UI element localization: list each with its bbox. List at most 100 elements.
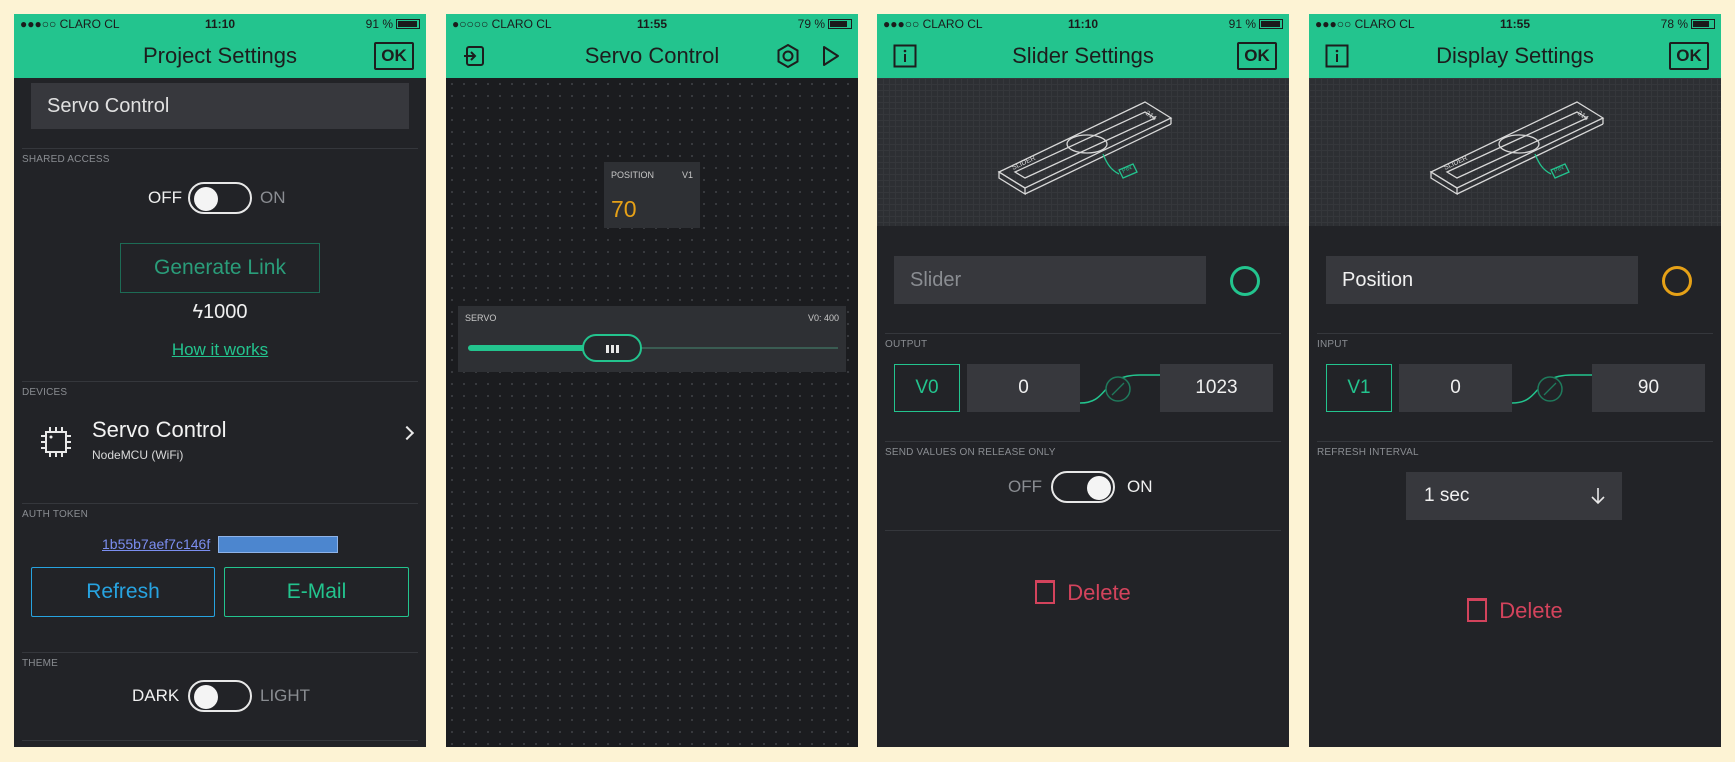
section-label-devices: DEVICES xyxy=(22,387,68,398)
ok-button[interactable]: OK xyxy=(1669,42,1709,70)
section-label-auth-token: AUTH TOKEN xyxy=(22,509,89,520)
output-max-input[interactable]: 1023 xyxy=(1160,364,1273,412)
toggle-off-label: OFF xyxy=(148,188,182,207)
trash-icon xyxy=(1035,580,1056,604)
email-button[interactable]: E-Mail xyxy=(224,567,409,617)
svg-text:PIN: PIN xyxy=(1121,165,1133,175)
battery-status: 91 % xyxy=(1229,17,1283,31)
device-name: Servo Control xyxy=(92,417,227,442)
widget-name-input[interactable]: Position xyxy=(1326,256,1638,304)
display-illustration: SLIDER 314 PIN xyxy=(1309,78,1721,226)
status-time: 11:55 xyxy=(636,17,668,31)
color-picker-button[interactable] xyxy=(1230,266,1260,296)
color-picker-button[interactable] xyxy=(1662,266,1692,296)
device-type: NodeMCU (WiFi) xyxy=(92,448,184,462)
battery-status: 91 % xyxy=(366,17,420,31)
how-it-works-link[interactable]: How it works xyxy=(14,340,426,360)
output-min-input[interactable]: 0 xyxy=(967,364,1080,412)
section-label-refresh-interval: REFRESH INTERVAL xyxy=(1317,447,1419,458)
project-settings-screen: ●●●○○ CLARO CL 11:10 91 % Project Settin… xyxy=(14,14,426,747)
theme-toggle-row: DARK LIGHT xyxy=(14,678,426,712)
header-bar: Slider Settings OK xyxy=(877,34,1289,78)
trash-icon xyxy=(1467,598,1488,622)
svg-text:PIN: PIN xyxy=(1553,165,1565,175)
divider xyxy=(22,740,418,741)
page-title: Project Settings xyxy=(142,43,298,68)
ok-button[interactable]: OK xyxy=(374,42,414,70)
slider-handle[interactable] xyxy=(582,334,643,362)
toggle-off-label: OFF xyxy=(1008,477,1042,496)
status-time: 11:55 xyxy=(1499,17,1531,31)
divider xyxy=(22,503,418,504)
battery-icon xyxy=(1259,19,1283,29)
page-title: Slider Settings xyxy=(1012,43,1154,68)
mapping-curve-icon xyxy=(1080,374,1160,404)
section-label-shared-access: SHARED ACCESS xyxy=(22,154,110,165)
delete-button[interactable]: Delete xyxy=(877,580,1289,606)
refresh-button[interactable]: Refresh xyxy=(31,567,215,617)
battery-icon xyxy=(828,19,852,29)
section-label-output: OUTPUT xyxy=(885,339,928,350)
divider xyxy=(22,652,418,653)
pin-select-button[interactable]: V1 xyxy=(1326,364,1392,412)
slider-settings-screen: ●●●○○ CLARO CL 11:10 91 % Slider Setting… xyxy=(877,14,1289,747)
widget-label: SERVO xyxy=(465,313,497,323)
toggle-on-label: ON xyxy=(1127,477,1153,496)
auth-token-link[interactable]: 1b55b7aef7c146f xyxy=(102,536,210,552)
send-release-toggle[interactable] xyxy=(1051,471,1115,503)
header-bar: Project Settings OK xyxy=(14,34,426,78)
divider xyxy=(885,441,1281,442)
position-display-widget[interactable]: POSITION V1 70 xyxy=(604,162,700,228)
page-title: Display Settings xyxy=(1436,43,1594,68)
battery-icon xyxy=(1691,19,1715,29)
input-max-input[interactable]: 90 xyxy=(1592,364,1705,412)
delete-button[interactable]: Delete xyxy=(1309,598,1721,624)
settings-icon[interactable] xyxy=(776,44,800,68)
divider xyxy=(1317,441,1713,442)
divider xyxy=(885,333,1281,334)
project-name-input[interactable]: Servo Control xyxy=(31,83,409,129)
status-bar: ●●●○○ CLARO CL 11:10 91 % xyxy=(14,14,426,34)
status-bar: ●●●○○ CLARO CL 11:55 78 % xyxy=(1309,14,1721,34)
theme-toggle[interactable] xyxy=(188,680,252,712)
widget-canvas[interactable]: POSITION V1 70 SERVO V0: 400 xyxy=(446,78,858,747)
divider xyxy=(885,530,1281,531)
widget-name-input[interactable]: Slider xyxy=(894,256,1206,304)
slider-illustration: SLIDER 314 PIN xyxy=(877,78,1289,226)
widget-pin: V1 xyxy=(681,170,693,180)
input-min-input[interactable]: 0 xyxy=(1399,364,1512,412)
theme-dark-label: DARK xyxy=(132,686,180,705)
header-bar: Servo Control xyxy=(446,34,858,78)
chevron-right-icon xyxy=(399,425,415,441)
refresh-interval-select[interactable]: 1 sec xyxy=(1406,472,1622,520)
battery-status: 78 % xyxy=(1661,17,1715,31)
pin-select-button[interactable]: V0 xyxy=(894,364,960,412)
generate-link-button[interactable]: Generate Link xyxy=(120,243,320,293)
status-time: 11:10 xyxy=(1067,17,1099,31)
dashboard-screen: ●○○○○ CLARO CL 11:55 79 % Servo Control … xyxy=(446,14,858,747)
display-value: 70 xyxy=(611,196,637,222)
status-bar: ●●●○○ CLARO CL 11:10 91 % xyxy=(877,14,1289,34)
divider xyxy=(1317,333,1713,334)
divider xyxy=(22,381,418,382)
ok-button[interactable]: OK xyxy=(1237,42,1277,70)
section-label-theme: THEME xyxy=(22,658,58,669)
display-settings-screen: ●●●○○ CLARO CL 11:55 78 % Display Settin… xyxy=(1309,14,1721,747)
status-time: 11:10 xyxy=(204,17,236,31)
section-label-input: INPUT xyxy=(1317,339,1348,350)
energy-icon: ϟ xyxy=(192,301,204,323)
theme-light-label: LIGHT xyxy=(260,686,311,705)
widget-pin-value: V0: 400 xyxy=(807,313,839,323)
status-bar: ●○○○○ CLARO CL 11:55 79 % xyxy=(446,14,858,34)
slider-device-illustration: SLIDER 314 PIN xyxy=(1429,101,1605,196)
header-bar: Display Settings OK xyxy=(1309,34,1721,78)
widget-label: POSITION xyxy=(611,170,655,180)
slider-device-illustration: SLIDER 314 PIN xyxy=(997,101,1173,196)
toggle-on-label: ON xyxy=(260,188,286,207)
chip-icon xyxy=(41,427,71,457)
shared-access-toggle[interactable] xyxy=(188,182,252,214)
play-icon[interactable] xyxy=(818,44,842,68)
servo-slider-widget[interactable]: SERVO V0: 400 xyxy=(458,306,846,372)
arrow-down-icon xyxy=(1591,488,1605,505)
energy-cost: ϟ1000 xyxy=(192,301,248,323)
